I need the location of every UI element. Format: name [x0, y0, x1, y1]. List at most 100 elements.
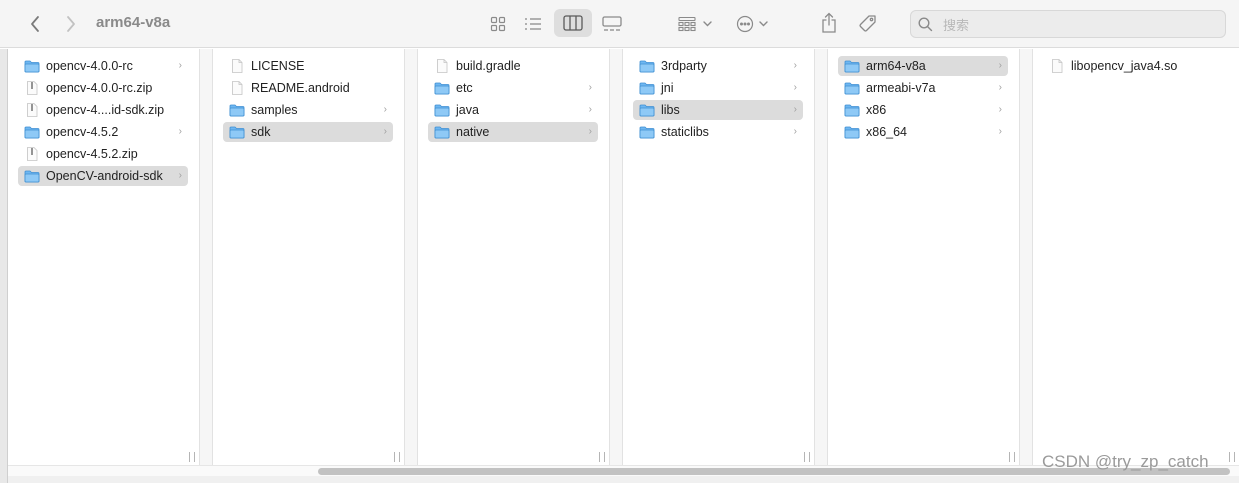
chevron-right-icon: ›: [588, 82, 592, 93]
chevron-right-icon: ›: [793, 126, 797, 137]
item-label: OpenCV-android-sdk: [46, 169, 163, 183]
share-icon: [822, 12, 836, 33]
folder-icon: [434, 125, 450, 139]
folder-icon: [639, 103, 655, 117]
ellipsis-icon: [736, 15, 768, 33]
folder-icon: [844, 59, 860, 73]
list-item[interactable]: libopencv_java4.so: [1043, 56, 1193, 76]
search-input[interactable]: [941, 15, 1215, 35]
list-item[interactable]: LICENSE: [223, 56, 393, 76]
gallery-view-button[interactable]: [598, 10, 626, 38]
item-label: opencv-4.0.0-rc: [46, 59, 133, 73]
group-button[interactable]: [676, 10, 716, 38]
list-item[interactable]: armeabi-v7a ›: [838, 78, 1008, 98]
item-label: etc: [456, 81, 473, 95]
folder-icon: [24, 169, 40, 183]
chevron-right-icon: ›: [383, 126, 387, 137]
list-item[interactable]: opencv-4.0.0-rc ›: [18, 56, 188, 76]
folder-icon: [434, 81, 450, 95]
folder-icon: [639, 125, 655, 139]
list-item[interactable]: x86 ›: [838, 100, 1008, 120]
chevron-right-icon: ›: [178, 126, 182, 137]
chevron-right-icon: ›: [793, 60, 797, 71]
file-icon: [1049, 59, 1065, 73]
icon-view-button[interactable]: [484, 10, 512, 38]
column-4: 3rdparty › jni › libs › staticlibs ›: [623, 49, 815, 465]
action-button[interactable]: [734, 10, 774, 38]
list-item[interactable]: libs ›: [633, 100, 803, 120]
chevron-right-icon: ›: [998, 126, 1002, 137]
gallery-icon: [602, 16, 622, 31]
chevron-right-icon: ›: [793, 82, 797, 93]
column-gutter: [405, 49, 418, 465]
item-label: jni: [661, 81, 674, 95]
list-item[interactable]: sdk ›: [223, 122, 393, 142]
column-browser: opencv-4.0.0-rc › opencv-4.0.0-rc.zip openc…: [8, 49, 1239, 465]
item-label: opencv-4.0.0-rc.zip: [46, 81, 153, 95]
list-item[interactable]: arm64-v8a ›: [838, 56, 1008, 76]
group-icon: [678, 16, 712, 32]
list-item[interactable]: README.android: [223, 78, 393, 98]
column-resize-handle[interactable]: [599, 452, 605, 462]
grid-icon: [490, 16, 506, 32]
search-icon: [918, 17, 933, 32]
item-label: build.gradle: [456, 59, 521, 73]
list-item[interactable]: build.gradle: [428, 56, 598, 76]
chevron-right-icon: [67, 16, 75, 32]
zip-file-icon: [24, 81, 40, 95]
list-item[interactable]: samples ›: [223, 100, 393, 120]
item-label: samples: [251, 103, 298, 117]
list-icon: [525, 18, 541, 30]
list-item[interactable]: native ›: [428, 122, 598, 142]
list-item[interactable]: OpenCV-android-sdk ›: [18, 166, 188, 186]
tag-button[interactable]: [856, 10, 880, 38]
item-label: opencv-4....id-sdk.zip: [46, 103, 165, 117]
list-item[interactable]: etc ›: [428, 78, 598, 98]
zip-file-icon: [24, 147, 40, 161]
item-label: opencv-4.5.2.zip: [46, 147, 138, 161]
list-item[interactable]: opencv-4.0.0-rc.zip: [18, 78, 188, 98]
item-label: README.android: [251, 81, 350, 95]
folder-icon: [844, 125, 860, 139]
list-item[interactable]: x86_64 ›: [838, 122, 1008, 142]
item-label: opencv-4.5.2: [46, 125, 119, 139]
chevron-right-icon: ›: [588, 126, 592, 137]
list-item[interactable]: 3rdparty ›: [633, 56, 803, 76]
column-2: LICENSE README.android samples › sdk ›: [213, 49, 405, 465]
search-field[interactable]: [910, 10, 1226, 38]
column-gutter: [1020, 49, 1033, 465]
chevron-right-icon: ›: [998, 60, 1002, 71]
item-label: LICENSE: [251, 59, 305, 73]
item-label: libs: [661, 103, 680, 117]
forward-button[interactable]: [60, 12, 82, 36]
column-3: build.gradle etc › java › native ›: [418, 49, 610, 465]
list-item[interactable]: java ›: [428, 100, 598, 120]
chevron-right-icon: ›: [998, 104, 1002, 115]
column-resize-handle[interactable]: [394, 452, 400, 462]
list-item[interactable]: staticlibs ›: [633, 122, 803, 142]
column-view-button[interactable]: [554, 9, 592, 37]
column-gutter: [815, 49, 828, 465]
list-item[interactable]: opencv-4.5.2 ›: [18, 122, 188, 142]
item-label: x86_64: [866, 125, 908, 139]
column-resize-handle[interactable]: [1229, 452, 1235, 462]
folder-icon: [639, 59, 655, 73]
item-label: native: [456, 125, 490, 139]
column-resize-handle[interactable]: [1009, 452, 1015, 462]
list-view-button[interactable]: [519, 10, 547, 38]
folder-icon: [639, 81, 655, 95]
column-resize-handle[interactable]: [189, 452, 195, 462]
folder-icon: [229, 125, 245, 139]
list-item[interactable]: jni ›: [633, 78, 803, 98]
list-item[interactable]: opencv-4....id-sdk.zip: [18, 100, 188, 120]
item-label: libopencv_java4.so: [1071, 59, 1178, 73]
watermark: CSDN @try_zp_catch: [1042, 452, 1209, 471]
item-label: 3rdparty: [661, 59, 707, 73]
column-1: opencv-4.0.0-rc › opencv-4.0.0-rc.zip openc…: [8, 49, 200, 465]
back-button[interactable]: [24, 12, 46, 36]
list-item[interactable]: opencv-4.5.2.zip: [18, 144, 188, 164]
folder-icon: [434, 103, 450, 117]
folder-icon: [844, 81, 860, 95]
column-resize-handle[interactable]: [804, 452, 810, 462]
share-button[interactable]: [817, 9, 841, 37]
